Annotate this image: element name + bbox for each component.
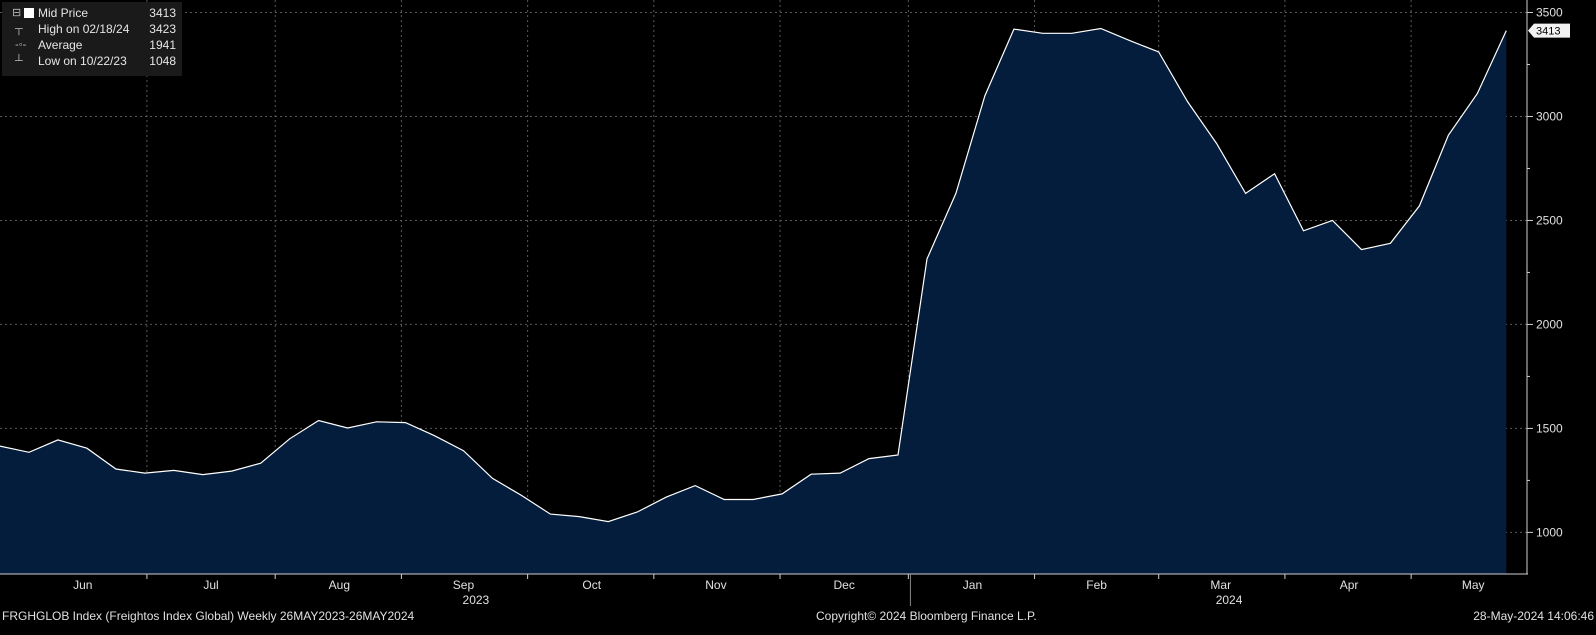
legend-item-low: ┴ Low on 10/22/23 1048 xyxy=(2,53,180,69)
x-tick-label: Jul xyxy=(203,578,218,592)
legend-value: 1048 xyxy=(149,54,176,68)
year-label: 2024 xyxy=(1216,593,1243,607)
legend-item-average: -◦- Average 1941 xyxy=(2,37,180,53)
x-tick-label: Dec xyxy=(834,578,855,592)
footer-copyright: Copyright© 2024 Bloomberg Finance L.P. xyxy=(816,609,1037,623)
legend-label: High on 02/18/24 xyxy=(38,22,130,36)
x-tick-labels: Jun Jul Aug Sep Oct Nov Dec Jan Feb Mar Apr May 2023… xyxy=(73,578,1484,607)
legend-value: 3423 xyxy=(149,22,176,36)
legend: ⊟ Mid Price 3413 ┬ High on 02/18/24 3423… xyxy=(2,2,182,76)
series-area xyxy=(0,28,1507,574)
legend-value: 3413 xyxy=(149,6,176,20)
series-swatch xyxy=(24,8,34,18)
y-tick-label: 1000 xyxy=(1536,525,1563,539)
x-tick-label: Apr xyxy=(1340,578,1359,592)
legend-label: Low on 10/22/23 xyxy=(38,54,127,68)
chart: Jun Jul Aug Sep Oct Nov Dec Jan Feb Mar Apr May 2023… xyxy=(0,0,1570,607)
y-tick-label: 1500 xyxy=(1536,421,1563,435)
high-marker-icon: ┬ xyxy=(12,23,23,35)
x-tick-label: Aug xyxy=(329,578,350,592)
x-tick-label: Sep xyxy=(453,578,475,592)
x-tick-label: Jan xyxy=(963,578,982,592)
last-value-label: 3413 xyxy=(1536,26,1560,38)
average-marker-icon: -◦- xyxy=(12,39,27,51)
last-value-marker: 3413 xyxy=(1528,23,1570,38)
legend-item-mid-price: ⊟ Mid Price 3413 xyxy=(2,5,180,21)
y-tick-label: 2000 xyxy=(1536,317,1563,331)
x-tick-label: Oct xyxy=(582,578,601,592)
footer-ticker: FRGHGLOB Index (Freightos Index Global) … xyxy=(2,609,415,623)
y-tick-label: 3000 xyxy=(1536,109,1563,123)
legend-label: Mid Price xyxy=(38,6,89,20)
footer-timestamp: 28-May-2024 14:06:46 xyxy=(1473,609,1594,623)
legend-label: Average xyxy=(38,38,83,52)
x-tick-label: May xyxy=(1462,578,1485,592)
legend-value: 1941 xyxy=(149,38,176,52)
y-tick-label: 3500 xyxy=(1536,5,1563,19)
y-tick-label: 2500 xyxy=(1536,213,1563,227)
x-tick-label: Nov xyxy=(705,578,726,592)
low-marker-icon: ┴ xyxy=(12,55,23,67)
x-tick-label: Mar xyxy=(1210,578,1231,592)
y-tick-labels: 1000 1500 2000 2500 3000 3500 xyxy=(1536,5,1563,539)
x-tick-label: Feb xyxy=(1086,578,1107,592)
year-label: 2023 xyxy=(463,593,490,607)
x-tick-label: Jun xyxy=(73,578,92,592)
legend-item-high: ┬ High on 02/18/24 3423 xyxy=(2,21,180,37)
